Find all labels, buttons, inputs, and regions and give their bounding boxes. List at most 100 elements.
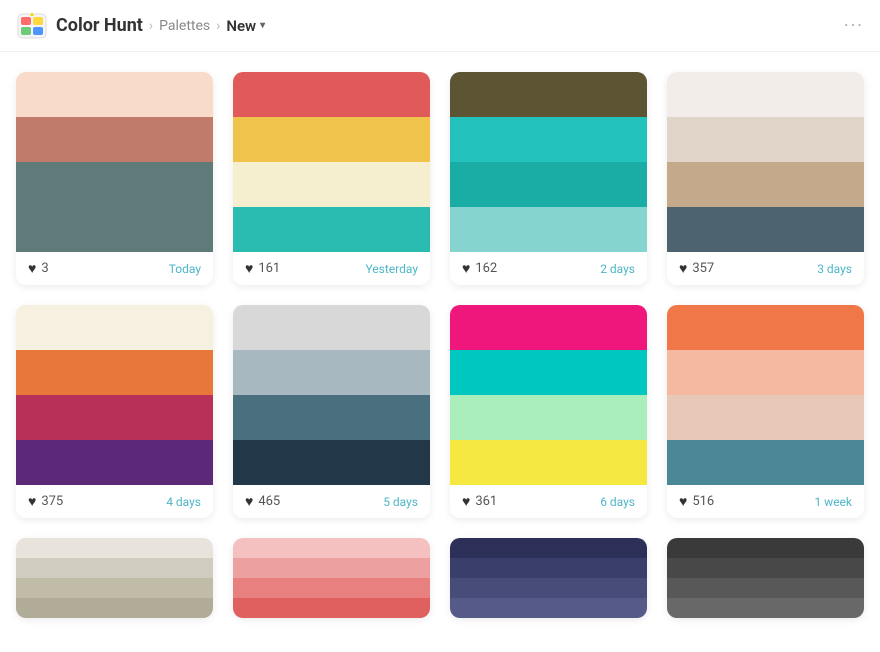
palette-time: 1 week (814, 495, 852, 509)
color-swatch (233, 440, 430, 485)
heart-icon: ♥ (28, 260, 36, 277)
logo-area[interactable]: Color Hunt (16, 10, 143, 42)
main-header: Color Hunt › Palettes › New ▾ ··· (0, 0, 880, 52)
color-swatch (667, 350, 864, 395)
palette-footer: ♥ 357 3 days (667, 252, 864, 285)
palette-footer: ♥ 361 6 days (450, 485, 647, 518)
heart-icon: ♥ (679, 260, 687, 277)
heart-icon: ♥ (462, 493, 470, 510)
palette-swatches (233, 72, 430, 252)
palette-swatches (450, 538, 647, 618)
palette-swatches (667, 538, 864, 618)
nav-palettes-link[interactable]: Palettes (159, 18, 210, 34)
palette-likes[interactable]: ♥ 375 (28, 493, 63, 510)
main-content: ♥ 3Today♥ 161Yesterday♥ 1622 days♥ 3573 … (0, 52, 880, 638)
color-swatch (16, 72, 213, 117)
color-swatch (667, 117, 864, 162)
color-swatch (233, 305, 430, 350)
palette-likes[interactable]: ♥ 162 (462, 260, 497, 277)
color-swatch (233, 162, 430, 207)
more-options-button[interactable]: ··· (844, 15, 864, 36)
color-swatch (233, 395, 430, 440)
color-swatch (16, 162, 213, 207)
palette-card[interactable]: ♥ 162 2 days (450, 72, 647, 285)
palette-card[interactable]: ♥ 375 4 days (16, 305, 213, 518)
palette-swatches (450, 305, 647, 485)
palette-card[interactable] (450, 538, 647, 618)
palette-card[interactable]: ♥ 361 6 days (450, 305, 647, 518)
color-swatch (667, 395, 864, 440)
palette-likes[interactable]: ♥ 357 (679, 260, 714, 277)
color-swatch (16, 440, 213, 485)
palette-swatches (16, 72, 213, 252)
color-swatch (450, 598, 647, 618)
palette-card[interactable]: ♥ 357 3 days (667, 72, 864, 285)
palette-swatches (667, 72, 864, 252)
nav-separator-2: › (216, 18, 220, 34)
palette-card[interactable] (667, 538, 864, 618)
color-swatch (450, 207, 647, 252)
heart-icon: ♥ (245, 493, 253, 510)
color-swatch (667, 162, 864, 207)
likes-count: 3 (41, 261, 48, 276)
palette-card[interactable]: ♥ 3Today (16, 72, 213, 285)
color-swatch (450, 162, 647, 207)
palette-likes[interactable]: ♥ 161 (245, 260, 280, 277)
palette-footer: ♥ 516 1 week (667, 485, 864, 518)
palette-card[interactable] (16, 538, 213, 618)
palette-footer: ♥ 161 Yesterday (233, 252, 430, 285)
color-swatch (450, 538, 647, 558)
color-swatch (450, 558, 647, 578)
color-swatch (16, 395, 213, 440)
nav-current-label: New (226, 17, 256, 35)
color-swatch (16, 207, 213, 252)
color-swatch (667, 72, 864, 117)
palette-card[interactable]: ♥ 161 Yesterday (233, 72, 430, 285)
color-swatch (667, 538, 864, 558)
palette-likes[interactable]: ♥ 465 (245, 493, 280, 510)
palette-time: 4 days (166, 495, 201, 509)
palette-likes[interactable]: ♥ 3 (28, 260, 49, 277)
palette-footer: ♥ 162 2 days (450, 252, 647, 285)
palette-card[interactable]: ♥ 516 1 week (667, 305, 864, 518)
color-swatch (667, 558, 864, 578)
nav-current-dropdown[interactable]: New ▾ (226, 17, 265, 35)
palette-likes[interactable]: ♥ 361 (462, 493, 497, 510)
color-swatch (233, 350, 430, 395)
color-swatch (16, 350, 213, 395)
color-swatch (450, 117, 647, 162)
palette-swatches (233, 305, 430, 485)
palette-card[interactable] (233, 538, 430, 618)
palette-time: 3 days (817, 262, 852, 276)
heart-icon: ♥ (679, 493, 687, 510)
palette-swatches (16, 538, 213, 618)
color-swatch (16, 117, 213, 162)
color-swatch (450, 440, 647, 485)
nav-separator: › (149, 18, 153, 34)
palette-likes[interactable]: ♥ 516 (679, 493, 714, 510)
palette-swatches (16, 305, 213, 485)
palette-card[interactable]: ♥ 4655 days (233, 305, 430, 518)
palette-footer: ♥ 4655 days (233, 485, 430, 518)
color-swatch (16, 558, 213, 578)
likes-count: 161 (258, 261, 280, 276)
color-swatch (16, 538, 213, 558)
color-swatch (233, 558, 430, 578)
likes-count: 357 (692, 261, 714, 276)
color-swatch (16, 578, 213, 598)
palette-footer: ♥ 3Today (16, 252, 213, 285)
color-swatch (667, 207, 864, 252)
palette-time: 2 days (600, 262, 635, 276)
color-swatch (450, 305, 647, 350)
palette-time: 6 days (600, 495, 635, 509)
color-swatch (667, 598, 864, 618)
color-swatch (16, 305, 213, 350)
color-swatch (450, 72, 647, 117)
color-swatch (667, 578, 864, 598)
palette-swatches (233, 538, 430, 618)
color-swatch (233, 578, 430, 598)
palette-time: Yesterday (365, 262, 418, 276)
color-swatch (233, 72, 430, 117)
color-swatch (16, 598, 213, 618)
color-swatch (233, 117, 430, 162)
